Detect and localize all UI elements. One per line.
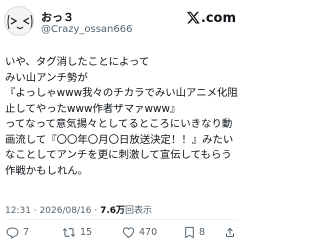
action-bar: 7 15 470 8: [0, 222, 242, 246]
divider: [5, 219, 237, 220]
tweet-text: いや、タグ消したことによって みい山アンチ勢が 『よっしゃwww我々のチカラでみ…: [5, 56, 238, 177]
author-display-name[interactable]: おっ３: [41, 9, 74, 25]
kaomoji-avatar-icon: [5, 7, 33, 35]
heart-icon: [122, 227, 135, 239]
tweet-time[interactable]: 12:31: [5, 206, 31, 216]
views-count: 7.6万: [100, 206, 126, 216]
meta-separator-2: ·: [94, 206, 98, 216]
x-logo-text: .com: [200, 10, 236, 26]
like-button[interactable]: 470: [122, 226, 157, 239]
views-label: 回表示: [125, 206, 153, 216]
avatar[interactable]: [4, 6, 34, 36]
bookmark-button[interactable]: 8: [184, 226, 205, 239]
tweet-meta: 12:31 · 2026/08/16 · 7.6万回表示: [5, 203, 152, 216]
reply-button[interactable]: 7: [6, 226, 29, 239]
like-count: 470: [139, 227, 158, 238]
bookmark-icon: [185, 226, 194, 239]
reply-icon: [6, 227, 19, 239]
tweet-header: おっ３ @Crazy_ossan666 .com: [0, 0, 242, 48]
retweet-button[interactable]: 15: [62, 226, 92, 239]
retweet-count: 15: [80, 227, 93, 238]
meta-separator: ·: [33, 206, 37, 216]
share-icon: [226, 227, 234, 237]
retweet-icon: [62, 228, 76, 237]
bookmark-count: 8: [199, 227, 206, 238]
reply-count: 7: [23, 227, 30, 238]
share-button[interactable]: [224, 226, 236, 239]
tweet-date[interactable]: 2026/08/16: [40, 206, 92, 216]
x-logo-icon: [186, 11, 200, 24]
author-handle[interactable]: @Crazy_ossan666: [41, 24, 132, 35]
x-logo[interactable]: .com: [186, 10, 236, 26]
